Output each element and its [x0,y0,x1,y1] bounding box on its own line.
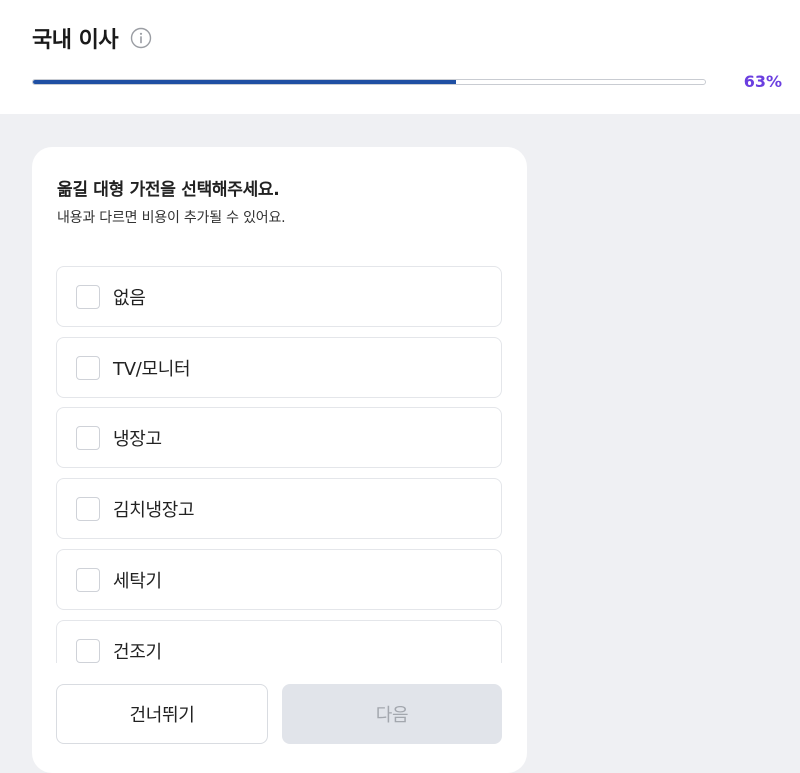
checkbox[interactable] [76,567,100,592]
question-subtext: 내용과 다르면 비용이 추가될 수 있어요. [57,210,286,226]
option-dryer[interactable]: 건조기 [56,620,502,663]
next-button[interactable]: 다음 [282,684,502,744]
skip-button[interactable]: 건너뛰기 [56,684,268,744]
header: 국내 이사 63% [0,0,800,114]
option-label: 김치냉장고 [113,499,195,521]
option-label: 냉장고 [113,428,162,450]
option-washer[interactable]: 세탁기 [56,549,502,610]
option-label: 세탁기 [113,570,162,592]
checkbox[interactable] [76,496,100,521]
progress-bar [32,79,706,85]
option-tv-monitor[interactable]: TV/모니터 [56,337,502,398]
options-list: 없음 TV/모니터 냉장고 김치냉장고 세탁기 건조기 [56,266,502,663]
title-row: 국내 이사 [32,22,152,54]
checkbox[interactable] [76,425,100,450]
option-label: 없음 [113,287,146,309]
checkbox[interactable] [76,284,100,309]
progress-percent: 63% [743,72,782,91]
page-title: 국내 이사 [32,28,119,53]
progress-fill [33,80,457,84]
option-refrigerator[interactable]: 냉장고 [56,407,502,468]
option-label: TV/모니터 [113,358,191,380]
question-title: 옮길 대형 가전을 선택해주세요. [57,180,280,200]
option-label: 건조기 [113,641,162,663]
checkbox[interactable] [76,355,100,380]
question-card: 옮길 대형 가전을 선택해주세요. 내용과 다르면 비용이 추가될 수 있어요.… [32,147,527,773]
checkbox[interactable] [76,638,100,663]
option-kimchi-refrigerator[interactable]: 김치냉장고 [56,478,502,539]
info-icon[interactable] [130,27,152,49]
option-none[interactable]: 없음 [56,266,502,327]
